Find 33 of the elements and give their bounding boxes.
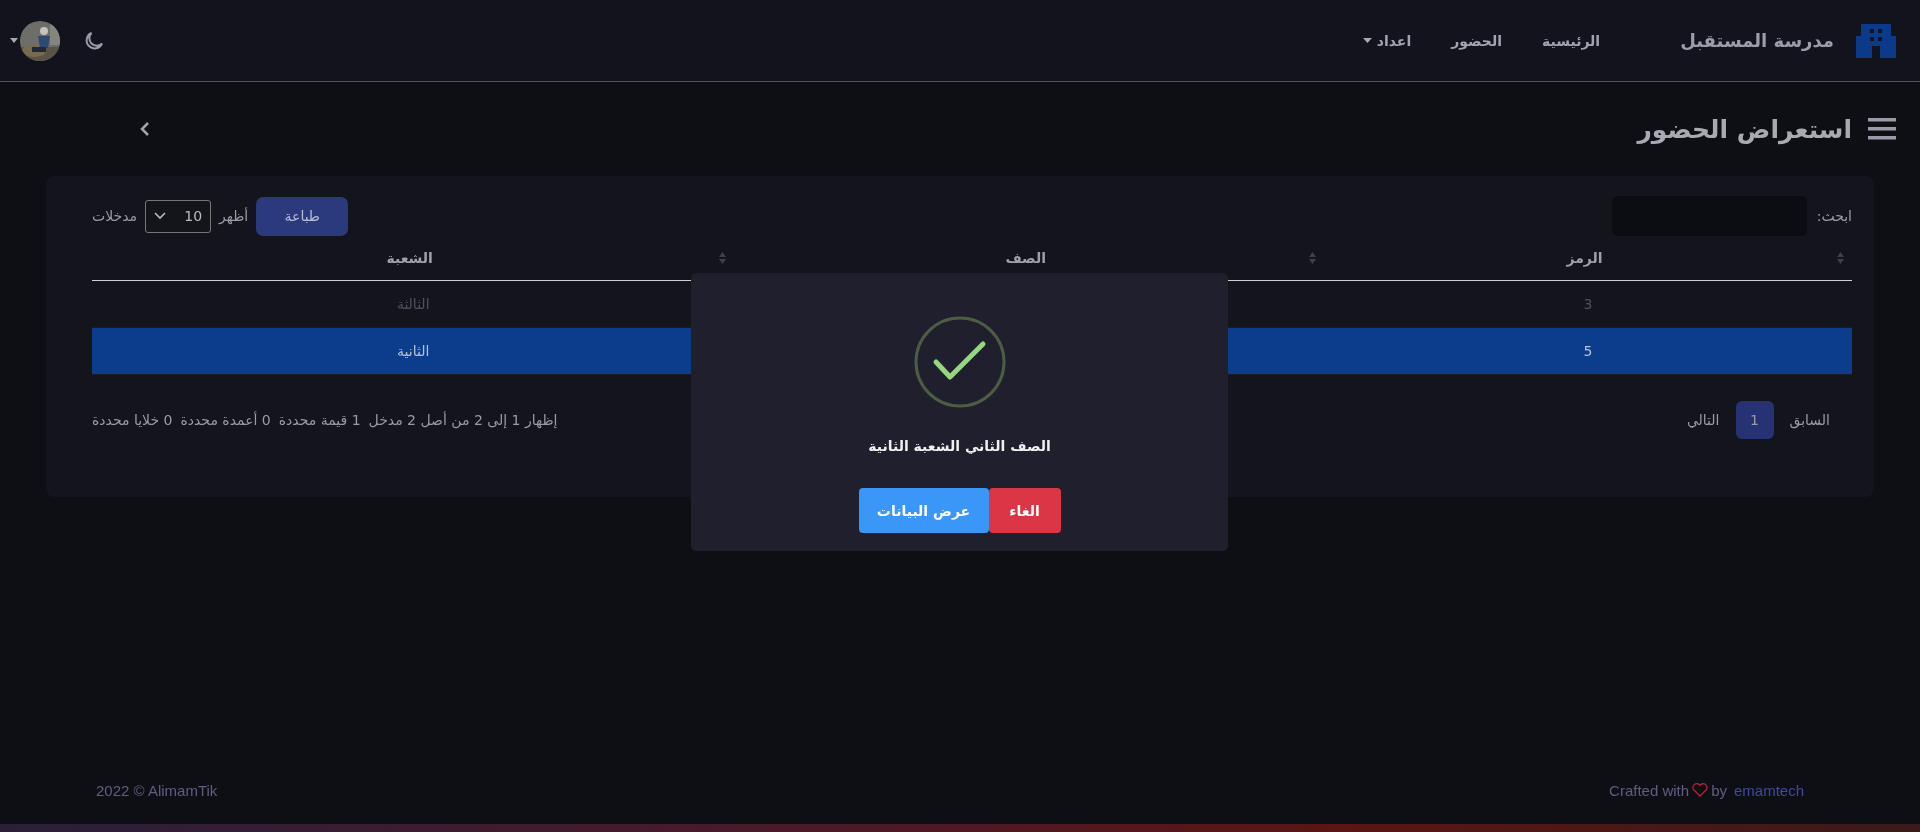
heart-icon — [1692, 783, 1709, 797]
caret-icon[interactable] — [10, 38, 18, 43]
print-button[interactable]: طباعة — [256, 196, 349, 236]
previous-link[interactable]: السابق — [1789, 412, 1830, 428]
table-info: 0 خلايا محددة — [92, 412, 173, 428]
table-info: إظهار 1 إلى 2 من أصل 2 مدخل — [368, 412, 558, 428]
nav-link[interactable]: الحضور — [1451, 32, 1502, 49]
page-title: استعراض الحضور — [1637, 114, 1852, 144]
sort-icon — [1837, 252, 1844, 264]
table-info: 1 قيمة محددة — [278, 412, 361, 428]
chevron-left-icon[interactable] — [140, 121, 150, 137]
page-button[interactable]: 1 — [1735, 401, 1774, 439]
search-label: ابحث: — [1816, 208, 1852, 224]
menu-icon[interactable] — [1868, 118, 1896, 140]
table-info: 0 أعمدة محددة — [180, 412, 271, 428]
entries-select[interactable]: 10 — [145, 199, 212, 233]
next-link[interactable]: التالي — [1686, 412, 1720, 428]
entries-label: مدخلات — [92, 208, 138, 224]
cancel-button[interactable]: الغاء — [988, 488, 1061, 533]
caret-icon — [1362, 38, 1372, 43]
credit-text: by — [1711, 781, 1727, 799]
success-check-icon — [913, 316, 1006, 408]
sort-icon — [1309, 252, 1316, 264]
show-label: أظهر — [219, 208, 249, 224]
credit-text: Crafted with — [1609, 781, 1690, 799]
modal-message: الصف الثاني الشعبة الثانية — [868, 438, 1051, 454]
dropdown-menu[interactable]: اعداد — [1362, 32, 1412, 49]
column-header[interactable]: الرمز — [1324, 236, 1852, 281]
copyright-text: 2022 © AlimamTik — [96, 781, 218, 799]
nav-link[interactable]: الرئيسية — [1542, 32, 1601, 49]
sort-icon — [719, 252, 727, 264]
brand-name[interactable]: مدرسة المستقبل — [1680, 30, 1834, 51]
chevron-down-icon — [154, 212, 167, 220]
